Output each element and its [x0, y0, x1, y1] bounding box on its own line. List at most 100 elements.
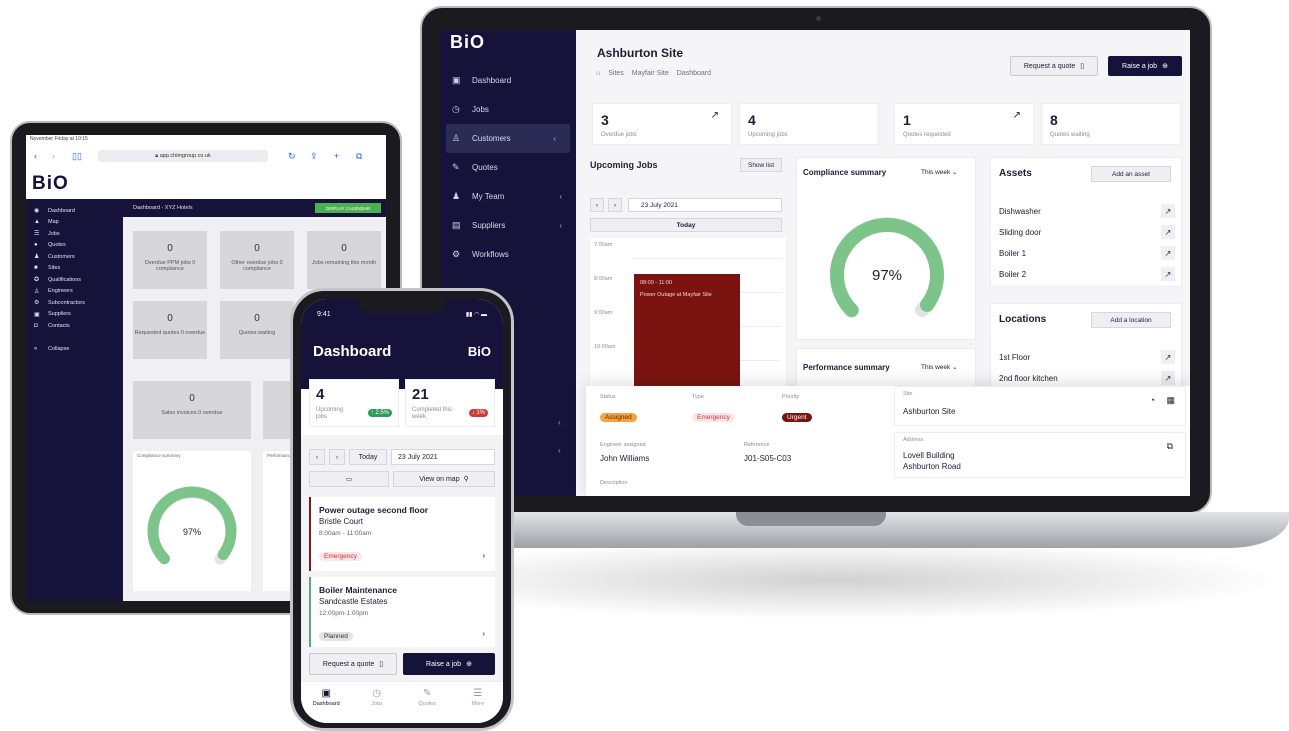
breadcrumb-item[interactable]: Sites: [608, 70, 624, 77]
asset-row[interactable]: Boiler 1 ↗: [999, 246, 1175, 260]
tablet-stat-card[interactable]: 0 Overdue PPM jobs 0 compliance: [133, 231, 207, 289]
show-list-button[interactable]: Show list: [740, 158, 782, 172]
tab-label: Quotes: [418, 701, 437, 707]
stat-card[interactable]: 8 Quotes waiting: [1041, 103, 1181, 145]
date-picker[interactable]: 23 July 2021: [391, 449, 495, 465]
tab-more[interactable]: ☰ More: [453, 682, 504, 723]
next-day-button[interactable]: ›: [329, 449, 345, 465]
tablet-nav-item[interactable]: ▣ Suppliers: [26, 309, 123, 321]
tab-quotes[interactable]: ✎ Quotes: [402, 682, 453, 723]
priority-value: Urgent: [782, 413, 812, 422]
add-asset-button[interactable]: Add an asset: [1091, 166, 1171, 182]
date-picker[interactable]: 23 July 2021: [628, 198, 782, 212]
arrow-up-right-icon[interactable]: ↗: [1161, 225, 1175, 239]
job-card[interactable]: Boiler Maintenance Sandcastle Estates 12…: [309, 577, 495, 647]
address-line-2: Ashburton Road: [903, 462, 961, 471]
today-button[interactable]: Today: [349, 449, 387, 465]
raise-job-button[interactable]: Raise a job ⊕: [1108, 56, 1182, 76]
tablet-stat-card[interactable]: 0 Other overdue jobs 0 compliance: [220, 231, 294, 289]
stat-card[interactable]: 3 Overdue jobs ↗: [592, 103, 732, 145]
collapse-button[interactable]: « Collapse: [26, 344, 123, 356]
chevron-left-icon[interactable]: ‹: [558, 418, 561, 427]
reload-icon[interactable]: ↻: [288, 151, 296, 162]
raise-job-button[interactable]: Raise a job ⊕: [403, 653, 495, 675]
breadcrumb-item[interactable]: Mayfair Site: [632, 70, 669, 77]
request-quote-button[interactable]: Request a quote ▯: [1010, 56, 1098, 76]
chevron-left-icon[interactable]: ‹: [558, 446, 561, 455]
nav-quotes[interactable]: ✎ Quotes: [440, 153, 576, 182]
tab-jobs[interactable]: ◷ Jobs: [352, 682, 403, 723]
tablet-nav-item[interactable]: ◉ Dashboard: [26, 205, 123, 217]
store-icon: ▤: [452, 220, 461, 230]
performance-panel: Performance summary This week ⌄: [796, 348, 976, 388]
stat-label: Quotes requested: [903, 132, 951, 138]
share-icon[interactable]: ⇪: [310, 151, 318, 162]
address-card: Address Lovell Building Ashburton Road ⧉: [894, 432, 1186, 478]
nav-jobs[interactable]: ◷ Jobs: [440, 95, 576, 124]
asset-row[interactable]: Sliding door ↗: [999, 225, 1175, 239]
request-quote-button[interactable]: Request a quote ▯: [309, 653, 397, 675]
arrow-up-right-icon[interactable]: ↗: [1161, 267, 1175, 281]
tablet-nav-item[interactable]: ☰ Jobs: [26, 228, 123, 240]
event-title: Power Outage at Mayfair Site: [640, 292, 712, 298]
tablet-nav-item[interactable]: ✪ Qualifications: [26, 274, 123, 286]
display-calendar-button[interactable]: DISPLAY CALENDAR: [315, 203, 381, 213]
nav-suppliers[interactable]: ▤ Suppliers ‹: [440, 211, 576, 240]
nav-my-team[interactable]: ♟ My Team ‹: [440, 182, 576, 211]
location-row[interactable]: 1st Floor ↗: [999, 350, 1175, 364]
copy-icon[interactable]: ⧉: [1167, 441, 1173, 452]
tablet-stat-card[interactable]: 0 Quotes waiting: [220, 301, 294, 359]
location-row[interactable]: 2nd floor kitchen ↗: [999, 371, 1175, 385]
asset-row[interactable]: Boiler 2 ↗: [999, 267, 1175, 281]
period-select[interactable]: This week ⌄: [921, 363, 958, 371]
prev-day-button[interactable]: ‹: [309, 449, 325, 465]
arrow-up-right-icon[interactable]: ↗: [1161, 350, 1175, 364]
tablet-nav-item[interactable]: ◘ Contacts: [26, 320, 123, 332]
map-icon[interactable]: ▦: [1166, 395, 1175, 406]
description-label: Description: [600, 480, 628, 486]
tablet-nav-item[interactable]: ♙ Engineers: [26, 286, 123, 298]
stat-card[interactable]: 1 Quotes requested ↗: [894, 103, 1034, 145]
book-icon[interactable]: ▯▯: [72, 151, 82, 162]
tablet-nav-item[interactable]: ⚙ Subcontractors: [26, 297, 123, 309]
nav-workflows[interactable]: ⚙ Workflows: [440, 240, 576, 269]
arrow-up-right-icon: ↗: [1012, 110, 1021, 121]
job-card[interactable]: Power outage second floor Bristle Court …: [309, 497, 495, 571]
site-card: Site Ashburton Site ◔ ▦: [894, 386, 1186, 426]
period-select[interactable]: This week ⌄: [921, 168, 958, 176]
calendar-button[interactable]: ▭: [309, 471, 389, 487]
arrow-up-right-icon[interactable]: ↗: [1161, 204, 1175, 218]
tablet-stat-card[interactable]: 0 Requested quotes 0 overdue: [133, 301, 207, 359]
phone-stat-card[interactable]: 4 Upcoming jobs ↑ 2.5%: [309, 379, 399, 427]
chart-icon[interactable]: ◔: [1150, 395, 1155, 405]
nav-dashboard[interactable]: ▣ Dashboard: [440, 66, 576, 95]
home-icon[interactable]: ⌂: [596, 70, 600, 77]
prev-day-button[interactable]: ‹: [590, 198, 604, 212]
tablet-nav-item[interactable]: ♟ Customers: [26, 251, 123, 263]
workflow-icon: ⚙: [452, 249, 461, 259]
phone-stat-card[interactable]: 21 Completed this week ↓ 1%: [405, 379, 495, 427]
arrow-up-right-icon[interactable]: ↗: [1161, 246, 1175, 260]
next-day-button[interactable]: ›: [608, 198, 622, 212]
tabs-icon[interactable]: ⧉: [356, 151, 362, 162]
back-icon[interactable]: ‹: [34, 151, 37, 161]
forward-icon[interactable]: ›: [52, 151, 55, 161]
add-location-button[interactable]: Add a location: [1091, 312, 1171, 328]
tab-dashboard[interactable]: ▣ Dashboard: [301, 682, 352, 723]
nav-customers[interactable]: ♙ Customers ‹: [446, 124, 570, 153]
view-on-map-button[interactable]: View on map ⚲: [393, 471, 495, 487]
asset-row[interactable]: Dishwasher ↗: [999, 204, 1175, 218]
today-button[interactable]: Today: [590, 218, 782, 232]
document-icon: ▯: [379, 661, 384, 668]
tablet-stat-card[interactable]: 0 Sales invoices 0 overdue: [133, 381, 251, 439]
tablet-nav-item[interactable]: ■ Sites: [26, 263, 123, 275]
plus-icon[interactable]: +: [334, 151, 339, 161]
tablet-nav-item[interactable]: ▲ Map: [26, 217, 123, 229]
tablet-nav-item[interactable]: ● Quotes: [26, 240, 123, 252]
url-bar[interactable]: 🔒︎ app.chimgroup.co.uk: [98, 150, 268, 162]
tablet-stat-card[interactable]: 0 Jobs remaining this month: [307, 231, 381, 289]
arrow-up-right-icon[interactable]: ↗: [1161, 371, 1175, 385]
stat-card[interactable]: 4 Upcoming jobs: [739, 103, 879, 145]
laptop-hinge-notch: [736, 512, 886, 526]
calendar-event[interactable]: 08:00 - 11:00 Power Outage at Mayfair Si…: [634, 274, 740, 394]
